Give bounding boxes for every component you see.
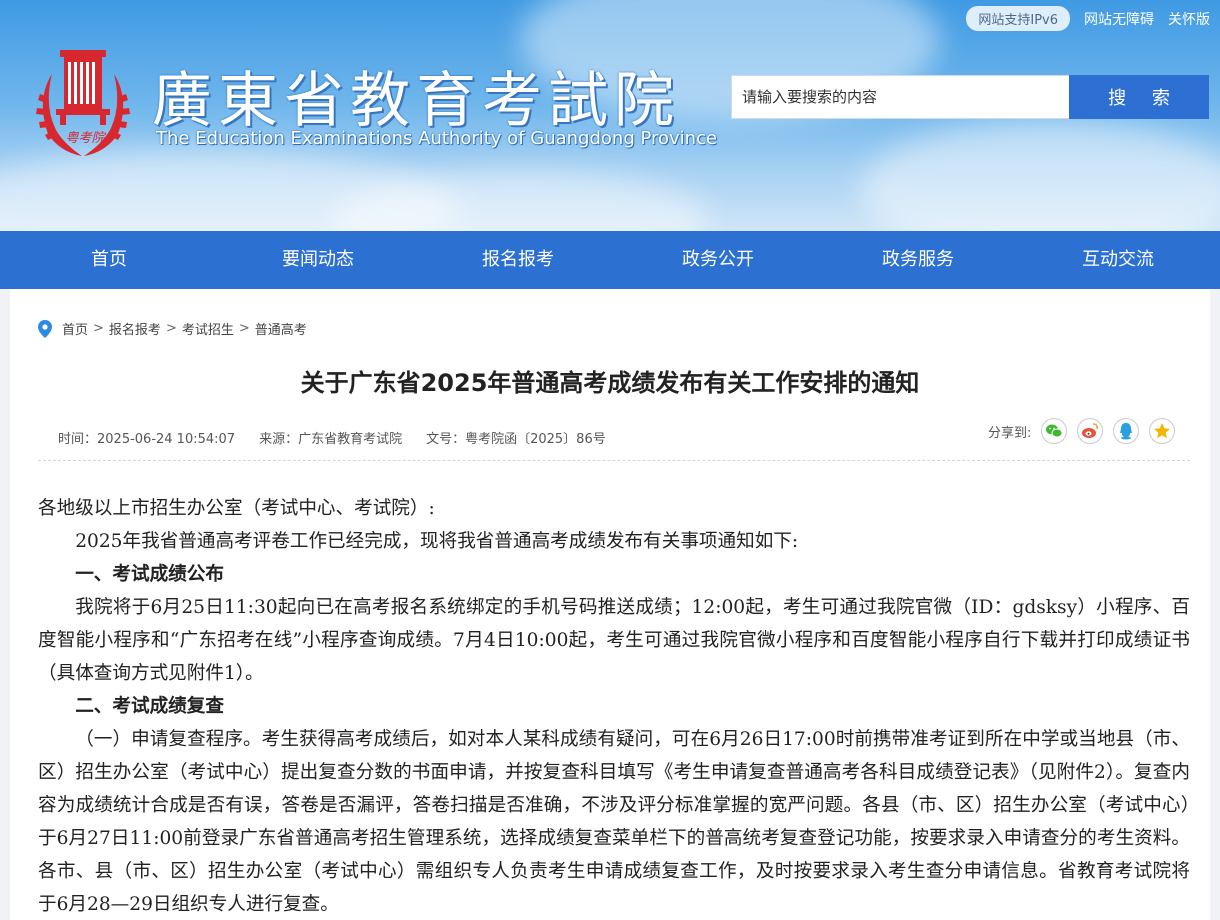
location-pin-icon [38, 319, 52, 338]
breadcrumb-admissions[interactable]: 考试招生 [182, 319, 234, 338]
breadcrumb: 首页 > 报名报考 > 考试招生 > 普通高考 [38, 319, 307, 338]
site-name-chinese[interactable]: 廣東省教育考試院 [152, 52, 680, 139]
top-utility-bar: 网站支持IPv6 网站无障碍 关怀版 [966, 6, 1210, 31]
breadcrumb-separator: > [165, 321, 177, 336]
breadcrumb-home[interactable]: 首页 [62, 319, 88, 338]
section-heading-review: 二、考试成绩复查 [75, 696, 224, 717]
wechat-icon[interactable] [1041, 418, 1068, 444]
publish-time: 时间：2025-06-24 10:54:07 [58, 432, 236, 447]
article-salutation: 各地级以上市招生办公室（考试中心、考试院）: [38, 498, 435, 519]
search-button[interactable]: 搜 索 [1069, 75, 1209, 119]
accessibility-link[interactable]: 网站无障碍 [1084, 9, 1154, 29]
nav-item-news[interactable]: 要闻动态 [218, 231, 418, 289]
weibo-icon[interactable] [1077, 418, 1104, 444]
article-paragraph-scores: 我院将于6月25日11:30起向已在高考报名系统绑定的手机号码推送成绩；12:0… [38, 597, 1190, 684]
nav-item-gov-affairs[interactable]: 政务公开 [618, 231, 818, 289]
cloud-decoration [860, 120, 1220, 231]
breadcrumb-gaokao[interactable]: 普通高考 [255, 319, 307, 338]
share-bar: 分享到: [988, 418, 1176, 444]
breadcrumb-registration[interactable]: 报名报考 [109, 319, 161, 338]
nav-item-gov-services[interactable]: 政务服务 [818, 231, 1018, 289]
site-header: 网站支持IPv6 网站无障碍 关怀版 粤考院 廣東省教育考試院 The Educ… [0, 0, 1220, 231]
qq-icon[interactable] [1113, 418, 1140, 444]
article-paragraph-review: （一）申请复查程序。考生获得高考成绩后，如对本人某科成绩有疑问，可在6月26日1… [38, 729, 1190, 915]
meta-divider [38, 460, 1190, 461]
emblem-seal-text: 粤考院 [65, 131, 105, 146]
breadcrumb-separator: > [238, 321, 250, 336]
section-heading-scores: 一、考试成绩公布 [75, 564, 224, 585]
article-panel: 首页 > 报名报考 > 考试招生 > 普通高考 关于广东省2025年普通高考成绩… [10, 289, 1210, 920]
nav-item-registration[interactable]: 报名报考 [418, 231, 618, 289]
search-input[interactable] [731, 75, 1069, 119]
article-body: 各地级以上市招生办公室（考试中心、考试院）: 2025年我省普通高考评卷工作已经… [38, 492, 1190, 920]
site-name-english: The Education Examinations Authority of … [156, 128, 718, 149]
main-nav: 首页 要闻动态 报名报考 政务公开 政务服务 互动交流 [0, 231, 1220, 289]
article-intro: 2025年我省普通高考评卷工作已经完成，现将我省普通高考成绩发布有关事项通知如下… [75, 531, 799, 552]
nav-item-home[interactable]: 首页 [0, 231, 218, 289]
breadcrumb-separator: > [93, 321, 104, 336]
document-number: 文号：粤考院函〔2025〕86号 [426, 432, 606, 447]
article-title: 关于广东省2025年普通高考成绩发布有关工作安排的通知 [300, 369, 920, 397]
article-meta: 时间：2025-06-24 10:54:07 来源：广东省教育考试院 文号：粤考… [58, 428, 606, 447]
care-mode-link[interactable]: 关怀版 [1168, 9, 1210, 29]
ipv6-badge: 网站支持IPv6 [966, 6, 1070, 31]
share-label: 分享到: [988, 425, 1032, 441]
nav-item-interaction[interactable]: 互动交流 [1018, 231, 1218, 289]
qzone-icon[interactable] [1149, 418, 1176, 444]
search-bar: 搜 索 [731, 75, 1209, 119]
article-source: 来源：广东省教育考试院 [259, 432, 403, 447]
